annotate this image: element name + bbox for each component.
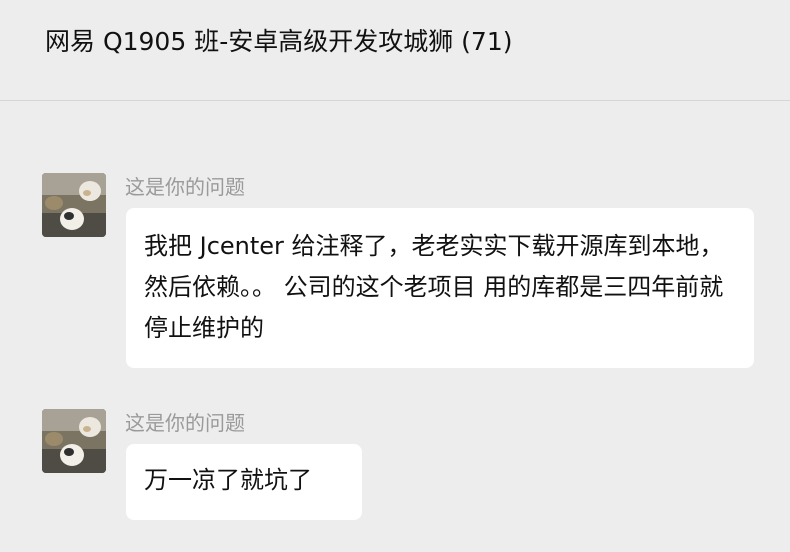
- chat-header: 网易 Q1905 班-安卓高级开发攻城狮 (71): [0, 0, 790, 101]
- avatar[interactable]: [42, 173, 106, 237]
- chat-window: 网易 Q1905 班-安卓高级开发攻城狮 (71) 这是你的问题 我把 Jcen…: [0, 0, 790, 552]
- avatar[interactable]: [42, 409, 106, 473]
- message-bubble[interactable]: 万一凉了就坑了: [126, 444, 362, 520]
- sender-name: 这是你的问题: [125, 175, 245, 199]
- chat-title: 网易 Q1905 班-安卓高级开发攻城狮 (71): [45, 27, 513, 56]
- sender-name: 这是你的问题: [125, 411, 245, 435]
- message-bubble[interactable]: 我把 Jcenter 给注释了，老老实实下载开源库到本地，然后依赖。。 公司的这…: [126, 208, 754, 368]
